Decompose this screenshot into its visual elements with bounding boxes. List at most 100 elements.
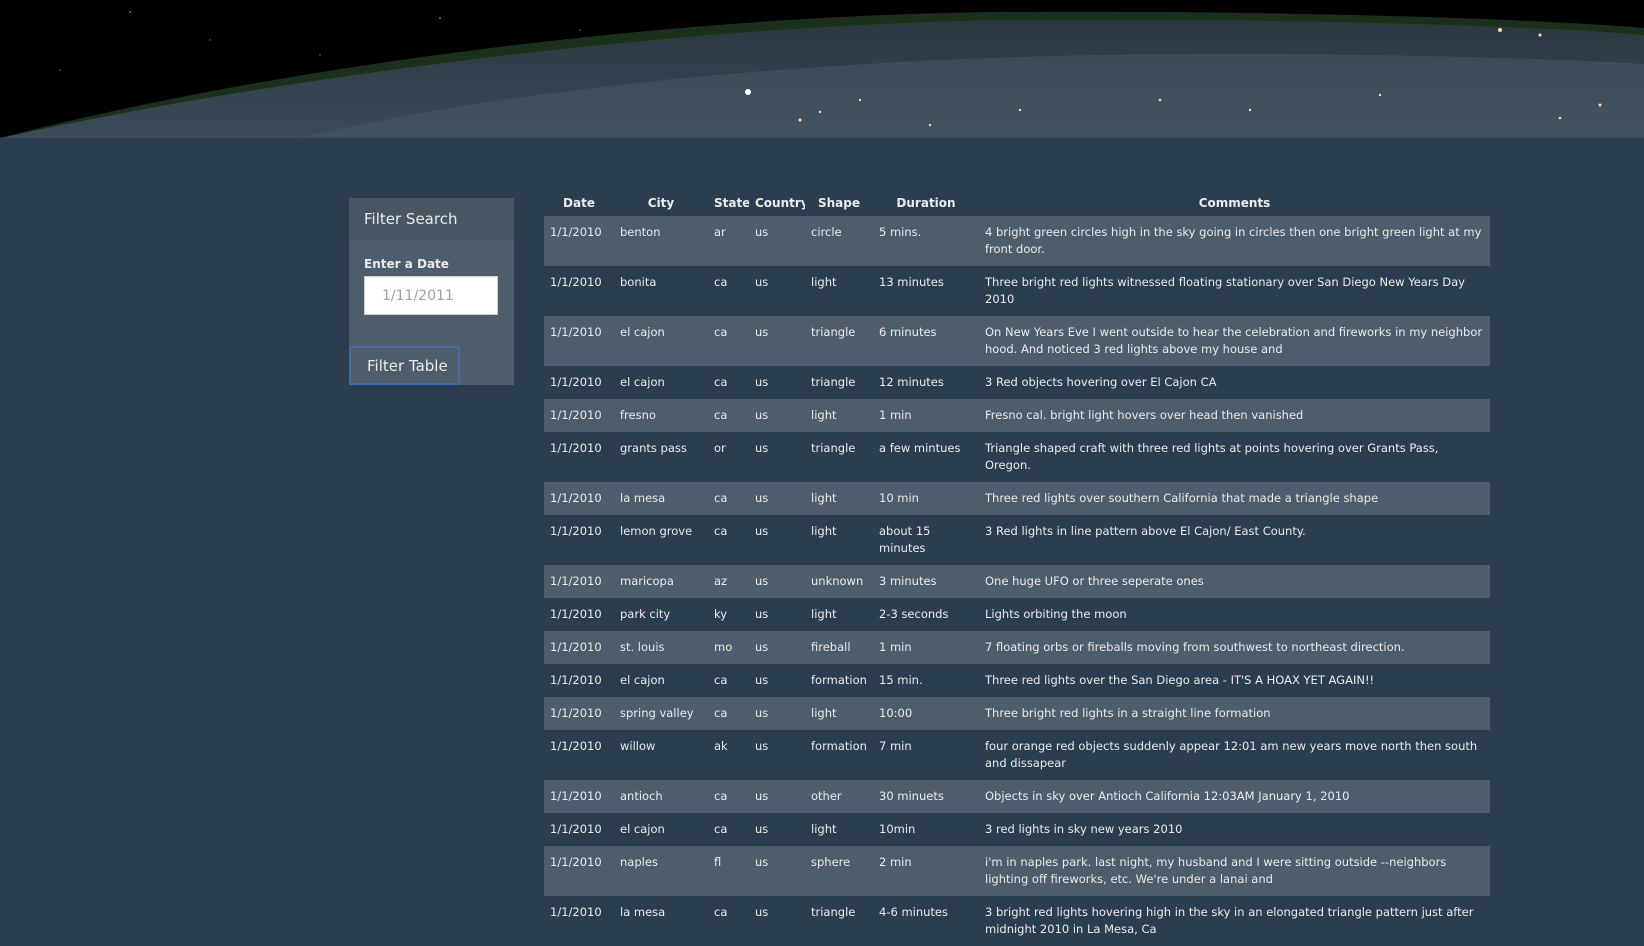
table-row: 1/1/2010 willow ak us formation 7 min four ora… xyxy=(544,730,1490,780)
cell-state: ca xyxy=(714,822,728,836)
cell-shape: unknown xyxy=(811,574,864,588)
cell-city: el cajon xyxy=(620,822,665,836)
cell-country: us xyxy=(755,325,769,339)
table-row: 1/1/2010 el cajon ca us light 10min 3 red ligh… xyxy=(544,813,1490,846)
cell-duration: about 15 minutes xyxy=(879,524,931,555)
cell-comments: Objects in sky over Antioch California 1… xyxy=(985,789,1350,803)
cell-city: lemon grove xyxy=(620,524,693,538)
table-row: 1/1/2010 el cajon ca us triangle 12 minutes 3 … xyxy=(544,366,1490,399)
cell-country: us xyxy=(755,408,769,422)
cell-state: ca xyxy=(714,673,728,687)
cell-state: or xyxy=(714,441,726,455)
cell-duration: 4-6 minutes xyxy=(879,905,948,919)
cell-state: ky xyxy=(714,607,728,621)
cell-comments: Triangle shaped craft with three red lig… xyxy=(985,441,1439,472)
filter-table-button[interactable]: Filter Table xyxy=(349,346,460,385)
table-row: 1/1/2010 antioch ca us other 30 minuets Object… xyxy=(544,780,1490,813)
table-body: 1/1/2010 benton ar us circle 5 mins. 4 bright … xyxy=(544,216,1490,946)
cell-date: 1/1/2010 xyxy=(550,706,602,720)
cell-date: 1/1/2010 xyxy=(550,441,602,455)
table-header: Date City State Country Shape Duration Comment… xyxy=(544,190,1490,216)
cell-city: bonita xyxy=(620,275,657,289)
cell-comments: i'm in naples park. last night, my husba… xyxy=(985,855,1447,886)
cell-date: 1/1/2010 xyxy=(550,789,602,803)
cell-comments: 4 bright green circles high in the sky g… xyxy=(985,225,1482,256)
table-row: 1/1/2010 fresno ca us light 1 min Fresno cal. … xyxy=(544,399,1490,432)
table-row: 1/1/2010 bonita ca us light 13 minutes Three b… xyxy=(544,266,1490,316)
column-header-city: City xyxy=(647,196,675,210)
cell-city: la mesa xyxy=(620,905,666,919)
date-input[interactable] xyxy=(364,276,498,315)
cell-state: mo xyxy=(714,640,733,654)
table-row: 1/1/2010 naples fl us sphere 2 min i'm in napl… xyxy=(544,846,1490,896)
cell-comments: Three bright red lights witnessed floati… xyxy=(985,275,1465,306)
cell-country: us xyxy=(755,789,769,803)
cell-state: ca xyxy=(714,706,728,720)
cell-city: benton xyxy=(620,225,661,239)
cell-date: 1/1/2010 xyxy=(550,574,602,588)
table-row: 1/1/2010 park city ky us light 2-3 seconds Lig… xyxy=(544,598,1490,631)
table-row: 1/1/2010 st. louis mo us fireball 1 min 7 floa… xyxy=(544,631,1490,664)
cell-city: spring valley xyxy=(620,706,694,720)
cell-duration: 30 minuets xyxy=(879,789,944,803)
cell-city: willow xyxy=(620,739,656,753)
cell-comments: On New Years Eve I went outside to hear … xyxy=(985,325,1483,356)
cell-state: ca xyxy=(714,325,728,339)
cell-comments: four orange red objects suddenly appear … xyxy=(985,739,1478,770)
cell-country: us xyxy=(755,822,769,836)
cell-country: us xyxy=(755,491,769,505)
cell-state: ca xyxy=(714,375,728,389)
cell-city: el cajon xyxy=(620,375,665,389)
cell-country: us xyxy=(755,275,769,289)
cell-state: ar xyxy=(714,225,726,239)
cell-duration: 10 min xyxy=(879,491,919,505)
cell-date: 1/1/2010 xyxy=(550,822,602,836)
cell-comments: 7 floating orbs or fireballs moving from… xyxy=(985,640,1405,654)
cell-state: az xyxy=(714,574,728,588)
cell-date: 1/1/2010 xyxy=(550,673,602,687)
cell-date: 1/1/2010 xyxy=(550,739,602,753)
date-label: Enter a Date xyxy=(364,257,449,271)
cell-duration: 13 minutes xyxy=(879,275,944,289)
header-row: Date City State Country Shape Duration Comment… xyxy=(544,190,1490,216)
cell-comments: Fresno cal. bright light hovers over hea… xyxy=(985,408,1304,422)
cell-shape: formation xyxy=(811,673,867,687)
cell-city: maricopa xyxy=(620,574,674,588)
cell-country: us xyxy=(755,640,769,654)
cell-shape: light xyxy=(811,491,837,505)
cell-duration: 12 minutes xyxy=(879,375,944,389)
cell-shape: light xyxy=(811,706,837,720)
cell-date: 1/1/2010 xyxy=(550,905,602,919)
column-header-shape: Shape xyxy=(817,196,860,210)
cell-shape: triangle xyxy=(811,325,856,339)
ufo-table-container: Date City State Country Shape Duration Comment… xyxy=(544,190,1490,946)
column-header-comments: Comments xyxy=(1198,196,1271,210)
column-header-date: Date xyxy=(563,196,595,210)
cell-city: park city xyxy=(620,607,671,621)
cell-country: us xyxy=(755,607,769,621)
column-header-state: State xyxy=(714,196,749,210)
cell-country: us xyxy=(755,375,769,389)
cell-shape: light xyxy=(811,607,837,621)
cell-city: grants pass xyxy=(620,441,687,455)
cell-city: la mesa xyxy=(620,491,666,505)
cell-duration: 5 mins. xyxy=(879,225,922,239)
cell-date: 1/1/2010 xyxy=(550,640,602,654)
table-row: 1/1/2010 el cajon ca us triangle 6 minutes On … xyxy=(544,316,1490,366)
cell-city: antioch xyxy=(620,789,663,803)
cell-shape: light xyxy=(811,822,837,836)
cell-country: us xyxy=(755,441,769,455)
cell-duration: 2-3 seconds xyxy=(879,607,949,621)
cell-date: 1/1/2010 xyxy=(550,607,602,621)
cell-state: ca xyxy=(714,789,728,803)
cell-country: us xyxy=(755,739,769,753)
cell-duration: 2 min xyxy=(879,855,912,869)
cell-duration: 10min xyxy=(879,822,916,836)
cell-country: us xyxy=(755,706,769,720)
cell-date: 1/1/2010 xyxy=(550,225,602,239)
table-row: 1/1/2010 lemon grove ca us light about 15 min… xyxy=(544,515,1490,565)
cell-comments: 3 red lights in sky new years 2010 xyxy=(985,822,1183,836)
cell-duration: 7 min xyxy=(879,739,912,753)
cell-date: 1/1/2010 xyxy=(550,524,602,538)
cell-shape: light xyxy=(811,408,837,422)
